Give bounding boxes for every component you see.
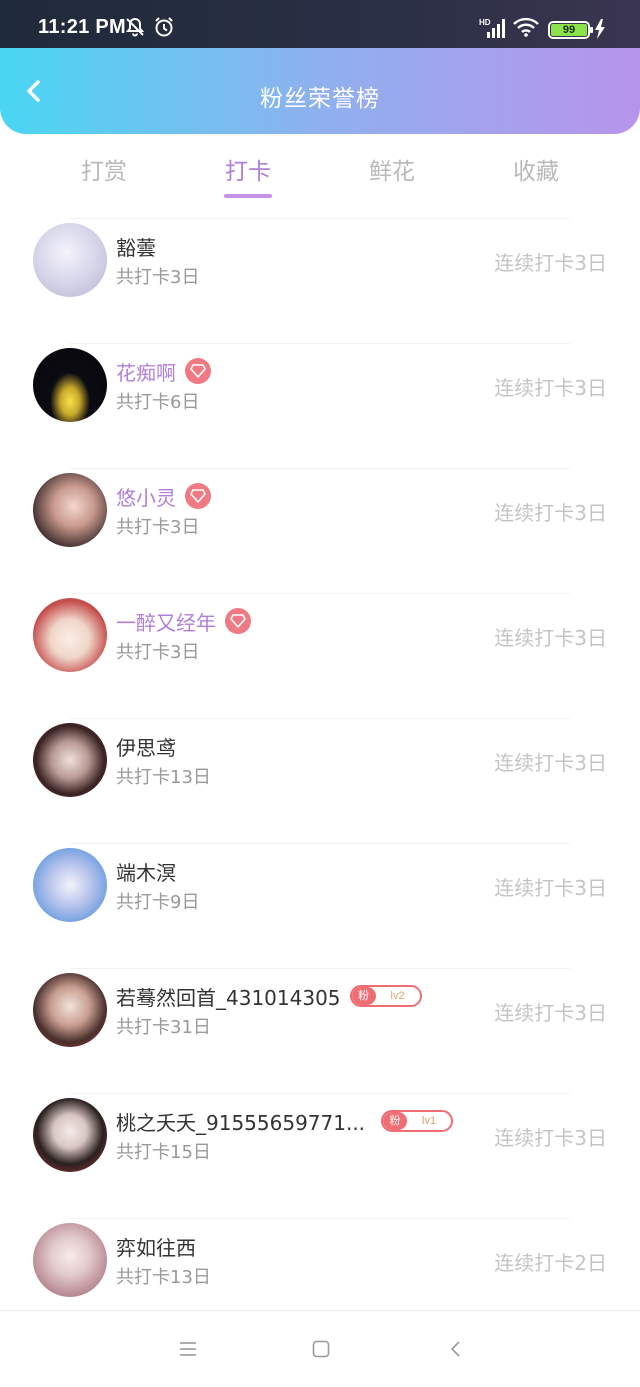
status-bar: 11:21 PM HD 99	[0, 0, 640, 48]
bell-off-icon	[124, 16, 146, 42]
checkin-streak: 连续打卡3日	[494, 876, 607, 900]
checkin-streak: 连续打卡3日	[494, 1126, 607, 1150]
fan-name[interactable]: 端木溟	[116, 857, 176, 886]
menu-icon[interactable]	[178, 1339, 198, 1363]
system-nav-bar	[0, 1310, 640, 1387]
charging-icon	[594, 19, 606, 43]
gem-icon	[185, 358, 211, 384]
checkin-streak: 连续打卡3日	[494, 251, 607, 275]
gem-icon	[225, 608, 251, 634]
fan-badge-label: 粉	[383, 1112, 408, 1130]
checkin-total: 共打卡13日	[116, 767, 211, 788]
battery-level: 99	[551, 24, 587, 36]
signal-icon: HD	[479, 17, 507, 43]
checkin-streak: 连续打卡3日	[494, 751, 607, 775]
list-item[interactable]: 花痴啊 共打卡6日 连续打卡3日	[33, 343, 607, 468]
header-bar: 粉丝荣誉榜	[0, 48, 640, 134]
fan-level-badge: 粉 lv2	[349, 985, 422, 1007]
list-item[interactable]: 伊思鸢 共打卡13日 连续打卡3日	[33, 718, 607, 843]
checkin-total: 共打卡13日	[116, 1267, 211, 1288]
fan-name[interactable]: 悠小灵	[116, 482, 176, 511]
list-item[interactable]: 豁蕓 共打卡3日 连续打卡3日	[33, 218, 607, 343]
tab-checkin[interactable]: 打卡	[198, 152, 298, 186]
checkin-total: 共打卡3日	[116, 517, 200, 538]
checkin-total: 共打卡9日	[116, 892, 200, 913]
avatar[interactable]	[33, 473, 107, 547]
checkin-streak: 连续打卡3日	[494, 1001, 607, 1025]
fan-name[interactable]: 豁蕓	[116, 232, 156, 261]
avatar[interactable]	[33, 973, 107, 1047]
avatar[interactable]	[33, 723, 107, 797]
fan-name[interactable]: 若蓦然回首_431014305	[116, 982, 341, 1011]
list-item[interactable]: 一醉又经年 共打卡3日 连续打卡3日	[33, 593, 607, 718]
avatar[interactable]	[33, 1223, 107, 1297]
page-title: 粉丝荣誉榜	[260, 86, 380, 112]
tab-bar: 打赏 打卡 鲜花 收藏	[0, 134, 640, 206]
fan-name[interactable]: 桃之夭夭_91555659771...	[116, 1107, 365, 1136]
gem-icon	[185, 483, 211, 509]
fan-badge-label: 粉	[351, 987, 376, 1005]
avatar[interactable]	[33, 223, 107, 297]
alarm-icon	[153, 16, 175, 42]
avatar[interactable]	[33, 598, 107, 672]
checkin-total: 共打卡3日	[116, 267, 200, 288]
fan-badge-level: lv2	[390, 990, 405, 1002]
list-item[interactable]: 悠小灵 共打卡3日 连续打卡3日	[33, 468, 607, 593]
checkin-streak: 连续打卡2日	[494, 1251, 607, 1275]
avatar[interactable]	[33, 348, 107, 422]
fan-name[interactable]: 伊思鸢	[116, 732, 176, 761]
checkin-total: 共打卡6日	[116, 392, 200, 413]
status-time: 11:21 PM	[38, 16, 127, 38]
fan-name[interactable]: 一醉又经年	[116, 607, 216, 636]
fan-badge-level: lv1	[422, 1115, 437, 1127]
avatar[interactable]	[33, 848, 107, 922]
checkin-total: 共打卡3日	[116, 642, 200, 663]
home-square-icon[interactable]	[311, 1339, 331, 1363]
fan-name[interactable]: 花痴啊	[116, 357, 176, 386]
checkin-streak: 连续打卡3日	[494, 626, 607, 650]
battery-icon: 99	[548, 21, 593, 39]
fan-level-badge: 粉 lv1	[381, 1110, 454, 1132]
tab-flowers[interactable]: 鲜花	[342, 152, 442, 186]
svg-text:HD: HD	[479, 18, 491, 27]
avatar[interactable]	[33, 1098, 107, 1172]
active-tab-indicator	[224, 194, 272, 198]
checkin-streak: 连续打卡3日	[494, 501, 607, 525]
checkin-streak: 连续打卡3日	[494, 376, 607, 400]
tab-reward[interactable]: 打赏	[54, 152, 154, 186]
list-item[interactable]: 端木溟 共打卡9日 连续打卡3日	[33, 843, 607, 968]
fan-name[interactable]: 弈如往西	[116, 1232, 196, 1261]
fan-list: 豁蕓 共打卡3日 连续打卡3日 花痴啊 共打卡6日 连续打卡3日 悠小灵 共打卡…	[0, 218, 640, 1343]
checkin-total: 共打卡31日	[116, 1017, 211, 1038]
checkin-total: 共打卡15日	[116, 1142, 211, 1163]
list-item[interactable]: 若蓦然回首_431014305 粉 lv2 共打卡31日 连续打卡3日	[33, 968, 607, 1093]
wifi-icon	[513, 17, 539, 41]
list-item[interactable]: 桃之夭夭_91555659771... 粉 lv1 共打卡15日 连续打卡3日	[33, 1093, 607, 1218]
back-triangle-icon[interactable]	[446, 1339, 466, 1363]
tab-favorites[interactable]: 收藏	[486, 152, 586, 186]
